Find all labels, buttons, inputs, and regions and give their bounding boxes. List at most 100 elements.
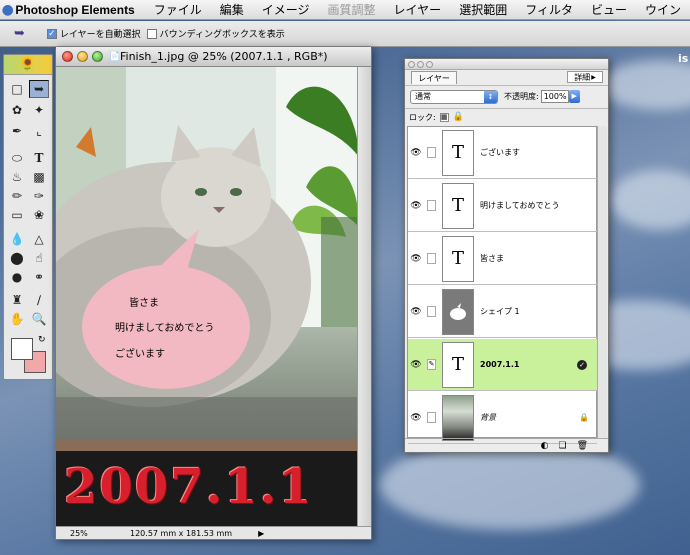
palette-zoom-button[interactable]	[426, 60, 433, 68]
shape-tool-icon[interactable]: ⬭	[7, 149, 27, 167]
layer-name: 明けましておめでとう	[480, 201, 560, 210]
eye-visibility-icon[interactable]: 👁	[408, 254, 424, 264]
opacity-slider-arrow-icon[interactable]: ▶	[568, 90, 580, 103]
eyedropper-tool-icon[interactable]: ∕	[29, 291, 49, 309]
red-eye-tool-icon[interactable]: ●	[7, 268, 27, 286]
menu-filter[interactable]: フィルタ	[516, 1, 582, 18]
document-file-icon: 📄	[109, 51, 121, 62]
eye-visibility-icon[interactable]: 👁	[408, 413, 424, 423]
magic-wand-tool-icon[interactable]: ✦	[29, 101, 49, 119]
palette-close-button[interactable]	[408, 60, 415, 68]
layer-link-box[interactable]	[427, 412, 436, 423]
hand-tool-icon[interactable]: ✋	[7, 310, 27, 328]
document-title: Finish_1.jpg @ 25% (2007.1.1 , RGB*)	[120, 50, 328, 63]
brush-tool-icon[interactable]: ✑	[29, 187, 49, 205]
layer-row[interactable]: 👁 T 皆さま	[408, 233, 597, 285]
date-text-layer[interactable]: 2007.1.1	[64, 459, 314, 515]
sponge-tool-icon[interactable]: ⬤	[7, 249, 27, 267]
smudge-tool-icon[interactable]: ☝	[29, 249, 49, 267]
menu-image[interactable]: イメージ	[253, 1, 319, 18]
text-layer-thumbnail-icon: T	[442, 341, 474, 388]
speech-bubble-line-3[interactable]: ございます	[115, 345, 165, 360]
crop-tool-icon[interactable]: ⌞	[29, 122, 49, 140]
document-title-bar[interactable]: 📄 Finish_1.jpg @ 25% (2007.1.1 , RGB*)	[56, 47, 371, 67]
paint-bucket-tool-icon[interactable]: ♨	[7, 168, 27, 186]
move-tool-icon[interactable]: ➥	[29, 80, 49, 98]
apple-menu-icon[interactable]: ●	[0, 2, 15, 18]
menu-file[interactable]: ファイル	[145, 1, 211, 18]
eraser-tool-icon[interactable]: ▭	[7, 206, 27, 224]
toolbox: 🌻 □ ➥ ✿ ✦ ✒ ⌞ ⬭ T ♨ ▩ ✏ ✑ ▭ ❀ 💧 △ ⬤ ☝ ● …	[3, 54, 53, 380]
gradient-tool-icon[interactable]: ▩	[29, 168, 49, 186]
pencil-tool-icon[interactable]: ✏	[7, 187, 27, 205]
palette-minimize-button[interactable]	[417, 60, 424, 68]
select-arrows-icon: ↕	[484, 90, 497, 103]
layers-palette: レイヤー 詳細 ▶ 通常 ↕ 不透明度: 100% ▶ ロック: ▦ 🔒 👁 T…	[404, 58, 609, 453]
menu-view[interactable]: ビュー	[582, 1, 636, 18]
menu-window[interactable]: ウイン	[636, 1, 690, 18]
sharpen-tool-icon[interactable]: △	[29, 230, 49, 248]
eye-visibility-icon[interactable]: 👁	[408, 307, 424, 317]
swap-colors-icon[interactable]: ↻	[38, 335, 46, 345]
zoom-tool-icon[interactable]: ⚭	[29, 268, 49, 286]
layer-row[interactable]: 👁 T ございます	[408, 127, 597, 179]
zoom-button[interactable]	[92, 51, 103, 62]
layer-link-box[interactable]	[427, 306, 436, 317]
palette-details-button[interactable]: 詳細 ▶	[567, 71, 603, 83]
layer-style-icon[interactable]: ✓	[577, 359, 587, 370]
layer-row[interactable]: 👁 シェイプ 1	[408, 286, 597, 338]
layer-link-box[interactable]	[427, 200, 436, 211]
move-tool-icon[interactable]: ➥	[14, 26, 25, 41]
menu-enhance[interactable]: 画質調整	[319, 1, 385, 18]
lock-transparency-icon[interactable]: ▦	[439, 112, 449, 122]
layers-scrollbar[interactable]	[597, 126, 607, 438]
status-menu-arrow-icon[interactable]: ▶	[258, 529, 264, 538]
menu-select[interactable]: 選択範囲	[450, 1, 516, 18]
layer-list: 👁 T ございます 👁 T 明けましておめでとう 👁 T 皆さま 👁 シェイプ …	[407, 126, 597, 444]
layer-link-box[interactable]	[427, 147, 436, 158]
auto-select-layer-checkbox[interactable]: ✓ レイヤーを自動選択	[46, 27, 141, 40]
trash-icon[interactable]: 🗑	[577, 441, 588, 451]
selection-brush-tool-icon[interactable]: ✒	[7, 122, 27, 140]
desktop-cloud	[600, 60, 690, 110]
tab-layers[interactable]: レイヤー	[411, 71, 457, 84]
brush-active-layer-icon[interactable]: ✎	[427, 359, 436, 370]
layer-link-box[interactable]	[427, 253, 436, 264]
eye-visibility-icon[interactable]: 👁	[408, 201, 424, 211]
eye-visibility-icon[interactable]: 👁	[408, 360, 424, 370]
details-arrow-icon: ▶	[591, 73, 596, 81]
app-name-menu[interactable]: Photoshop Elements	[15, 3, 144, 17]
new-layer-icon[interactable]: ❏	[558, 441, 566, 451]
blur-tool-icon[interactable]: 💧	[7, 230, 27, 248]
close-button[interactable]	[62, 51, 73, 62]
options-bar: ➥ ✓ レイヤーを自動選択 バウンディングボックスを表示	[0, 21, 690, 47]
menu-edit[interactable]: 編集	[211, 1, 253, 18]
zoom-level[interactable]: 25%	[70, 529, 110, 538]
vertical-scrollbar[interactable]	[357, 67, 371, 527]
layer-row[interactable]: 👁 T 明けましておめでとう	[408, 180, 597, 232]
marquee-tool-icon[interactable]: □	[7, 80, 27, 98]
palette-title-bar[interactable]	[405, 59, 608, 70]
adjustment-layer-icon[interactable]: ◐	[541, 441, 549, 451]
clone-stamp-tool-icon[interactable]: ♜	[7, 291, 27, 309]
impressionist-brush-tool-icon[interactable]: ❀	[29, 206, 49, 224]
show-bounding-box-checkbox[interactable]: バウンディングボックスを表示	[146, 27, 285, 40]
foreground-color-swatch[interactable]	[11, 338, 33, 360]
speech-bubble-shape[interactable]	[81, 227, 251, 397]
speech-bubble-line-2[interactable]: 明けましておめでとう	[115, 319, 214, 334]
opacity-input[interactable]: 100%	[540, 90, 569, 103]
layer-row-active[interactable]: 👁 ✎ T 2007.1.1 ✓	[408, 339, 597, 391]
menu-layer[interactable]: レイヤー	[385, 1, 451, 18]
speech-bubble-line-1[interactable]: 皆さま	[129, 294, 159, 309]
layer-lock-icon: 🔒	[579, 413, 589, 422]
image-canvas[interactable]: 皆さま 明けましておめでとう ございます 2007.1.1	[56, 67, 359, 527]
lasso-tool-icon[interactable]: ✿	[7, 101, 27, 119]
blend-mode-select[interactable]: 通常 ↕	[410, 89, 498, 104]
eye-visibility-icon[interactable]: 👁	[408, 148, 424, 158]
minimize-button[interactable]	[77, 51, 88, 62]
lock-all-icon[interactable]: 🔒	[453, 112, 464, 122]
zoom-magnifier-tool-icon[interactable]: 🔍	[29, 310, 49, 328]
layer-row[interactable]: 👁 背景 🔒	[408, 392, 597, 444]
type-tool-icon[interactable]: T	[29, 149, 49, 167]
lock-row: ロック: ▦ 🔒	[405, 108, 608, 125]
